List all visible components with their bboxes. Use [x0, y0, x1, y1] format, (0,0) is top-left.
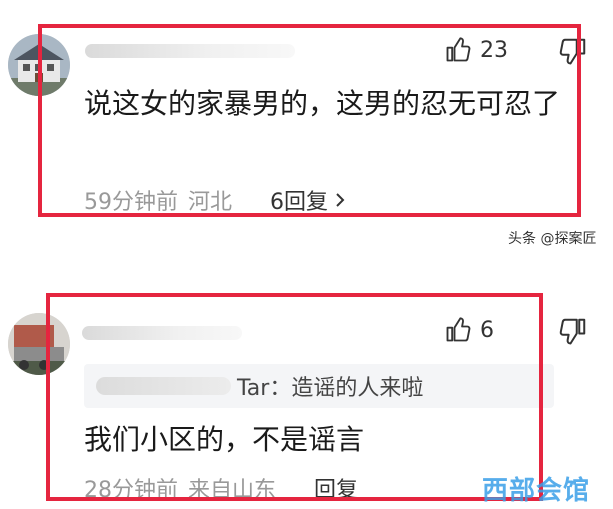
source-tag: 头条 @探案匠 [508, 231, 597, 247]
highlight-box [38, 24, 581, 217]
highlight-box [46, 293, 543, 501]
comment-item-1: 23 说这女的家暴男的，这男的忍无可忍了 59分钟前 河北 6回复 [0, 0, 613, 230]
watermark: 西部会馆 [482, 476, 591, 506]
thumbs-down-icon[interactable] [558, 316, 588, 346]
